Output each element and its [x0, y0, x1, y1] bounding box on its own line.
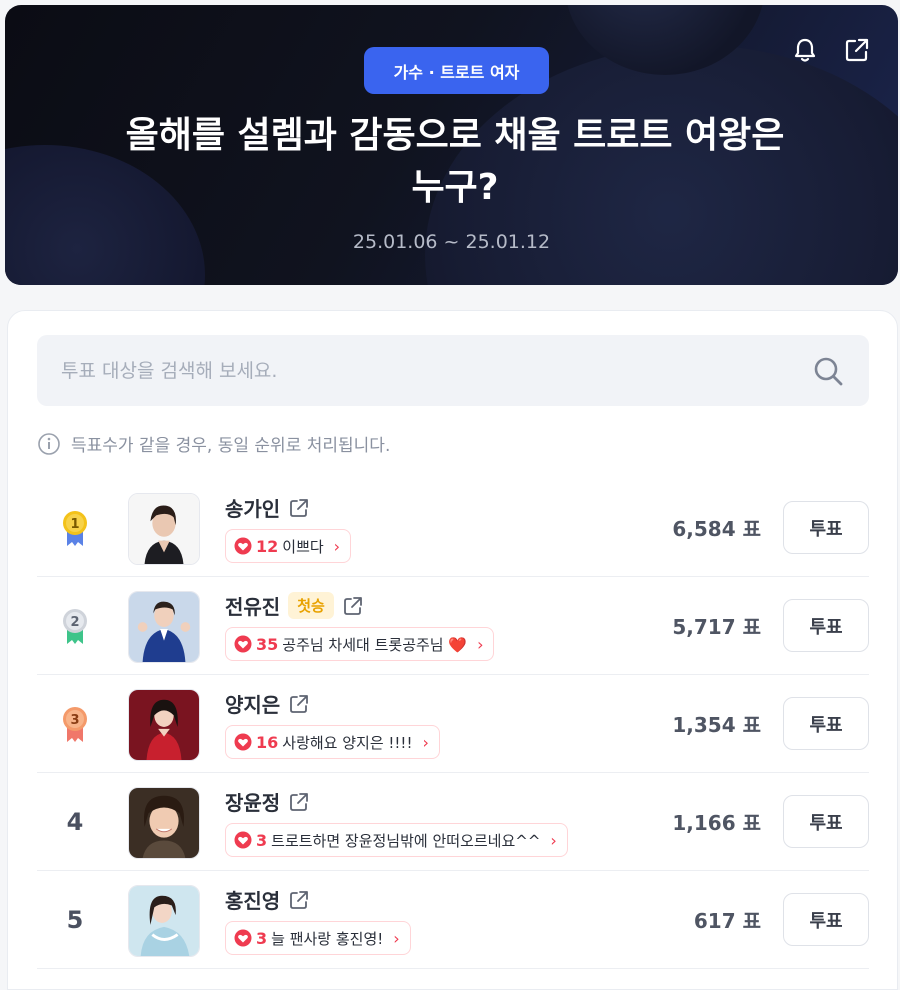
heart-icon [234, 537, 252, 555]
candidate-row: 4 장윤정 3 트로트하면 장윤정님밖에 안떠오르네요^^ › 1,166 표 … [37, 773, 869, 871]
cheer-text: 트로트하면 장윤정님밖에 안떠오르네요^^ [271, 831, 541, 850]
rank-number: 4 [66, 808, 84, 836]
candidate-name: 홍진영 [225, 889, 281, 913]
external-link-icon[interactable] [288, 693, 310, 715]
candidate-row: 5 홍진영 3 늘 팬사랑 홍진영! › 617 표 투표 [37, 871, 869, 969]
external-link-icon[interactable] [288, 791, 310, 813]
external-link-icon[interactable] [288, 889, 310, 911]
cheer-count: 3 [256, 928, 268, 948]
cheer-text: 공주님 차세대 트롯공주님 ❤️ [282, 635, 468, 654]
avatar[interactable] [128, 591, 200, 663]
avatar[interactable] [128, 689, 200, 761]
cheer-text: 이쁘다 [282, 537, 324, 556]
candidate-name: 송가인 [225, 497, 281, 521]
tie-notice: 득표수가 같을 경우, 동일 순위로 처리됩니다. [37, 431, 390, 456]
search-input[interactable] [61, 359, 811, 382]
cheer-count: 35 [256, 634, 279, 654]
vote-count: 5,717 표 [672, 615, 761, 639]
candidate-row: 1 송가인 12 이쁘다 › 6,584 표 투표 [37, 479, 869, 577]
external-link-icon[interactable] [342, 595, 364, 617]
chevron-right-icon: › [393, 928, 400, 948]
first-win-badge: 첫승 [288, 592, 334, 619]
page-title: 올해를 설렘과 감동으로 채울 트로트 여왕은 누구? [65, 110, 845, 214]
rank-number: 1 [70, 517, 79, 532]
notice-text: 득표수가 같을 경우, 동일 순위로 처리됩니다. [71, 436, 391, 456]
cheer-message-button[interactable]: 16 사랑해요 양지은 !!!! › [225, 725, 440, 759]
candidate-list: 1 송가인 12 이쁘다 › 6,584 표 투표 2 전유진 첫승 35 공주… [37, 479, 869, 969]
vote-button[interactable]: 투표 [783, 697, 869, 750]
candidate-name: 장윤정 [225, 791, 281, 815]
vote-period: 25.01.06 ~ 25.01.12 [352, 231, 551, 253]
candidate-row: 3 양지은 16 사랑해요 양지은 !!!! › 1,354 표 투표 [37, 675, 869, 773]
silver-medal-icon: 2 [55, 605, 95, 647]
ranking-panel: 득표수가 같을 경우, 동일 순위로 처리됩니다. 1 [7, 310, 898, 990]
chevron-right-icon: › [422, 732, 429, 752]
chevron-right-icon: › [477, 634, 484, 654]
heart-icon [234, 733, 252, 751]
info-icon [37, 432, 61, 456]
gold-medal-icon: 1 [55, 507, 95, 549]
share-icon[interactable] [842, 35, 872, 65]
candidate-row: 2 전유진 첫승 35 공주님 차세대 트롯공주님 ❤️ › 5,717 표 투… [37, 577, 869, 675]
cheer-message-button[interactable]: 3 늘 팬사랑 홍진영! › [225, 921, 411, 955]
avatar[interactable] [128, 493, 200, 565]
vote-count: 6,584 표 [672, 517, 761, 541]
external-link-icon[interactable] [288, 497, 310, 519]
candidate-name: 양지은 [225, 693, 281, 717]
cheer-count: 3 [256, 830, 268, 850]
category-badge: 가수 · 트로트 여자 [364, 47, 549, 94]
heart-icon [234, 929, 252, 947]
title-line: 누구? [411, 167, 499, 208]
vote-count: 617 표 [693, 909, 761, 933]
vote-button[interactable]: 투표 [783, 599, 869, 652]
vote-count: 1,166 표 [672, 811, 761, 835]
search-bar [37, 335, 869, 406]
vote-button[interactable]: 투표 [783, 795, 869, 848]
search-icon[interactable] [811, 354, 845, 388]
bronze-medal-icon: 3 [55, 703, 95, 745]
vote-count: 1,354 표 [672, 713, 761, 737]
cheer-message-button[interactable]: 3 트로트하면 장윤정님밖에 안떠오르네요^^ › [225, 823, 568, 857]
vote-button[interactable]: 투표 [783, 501, 869, 554]
cheer-count: 16 [256, 732, 279, 752]
cheer-message-button[interactable]: 12 이쁘다 › [225, 529, 352, 563]
rank-number: 2 [70, 615, 79, 630]
rank-number: 5 [66, 906, 84, 934]
avatar[interactable] [128, 885, 200, 957]
cheer-text: 사랑해요 양지은 !!!! [282, 733, 413, 752]
bell-icon[interactable] [790, 35, 820, 65]
cheer-message-button[interactable]: 35 공주님 차세대 트롯공주님 ❤️ › [225, 627, 495, 661]
chevron-right-icon: › [550, 830, 557, 850]
candidate-name: 전유진 [225, 595, 281, 619]
rank-number: 3 [70, 713, 79, 728]
chevron-right-icon: › [333, 536, 341, 556]
heart-icon [234, 831, 252, 849]
event-banner: 가수 · 트로트 여자 올해를 설렘과 감동으로 채울 트로트 여왕은 누구? … [5, 5, 898, 285]
heart-icon [234, 635, 252, 653]
avatar[interactable] [128, 787, 200, 859]
cheer-count: 12 [256, 536, 279, 556]
cheer-text: 늘 팬사랑 홍진영! [271, 929, 384, 948]
vote-button[interactable]: 투표 [783, 893, 869, 946]
title-line: 올해를 설렘과 감동으로 채울 트로트 여왕은 [125, 115, 785, 156]
